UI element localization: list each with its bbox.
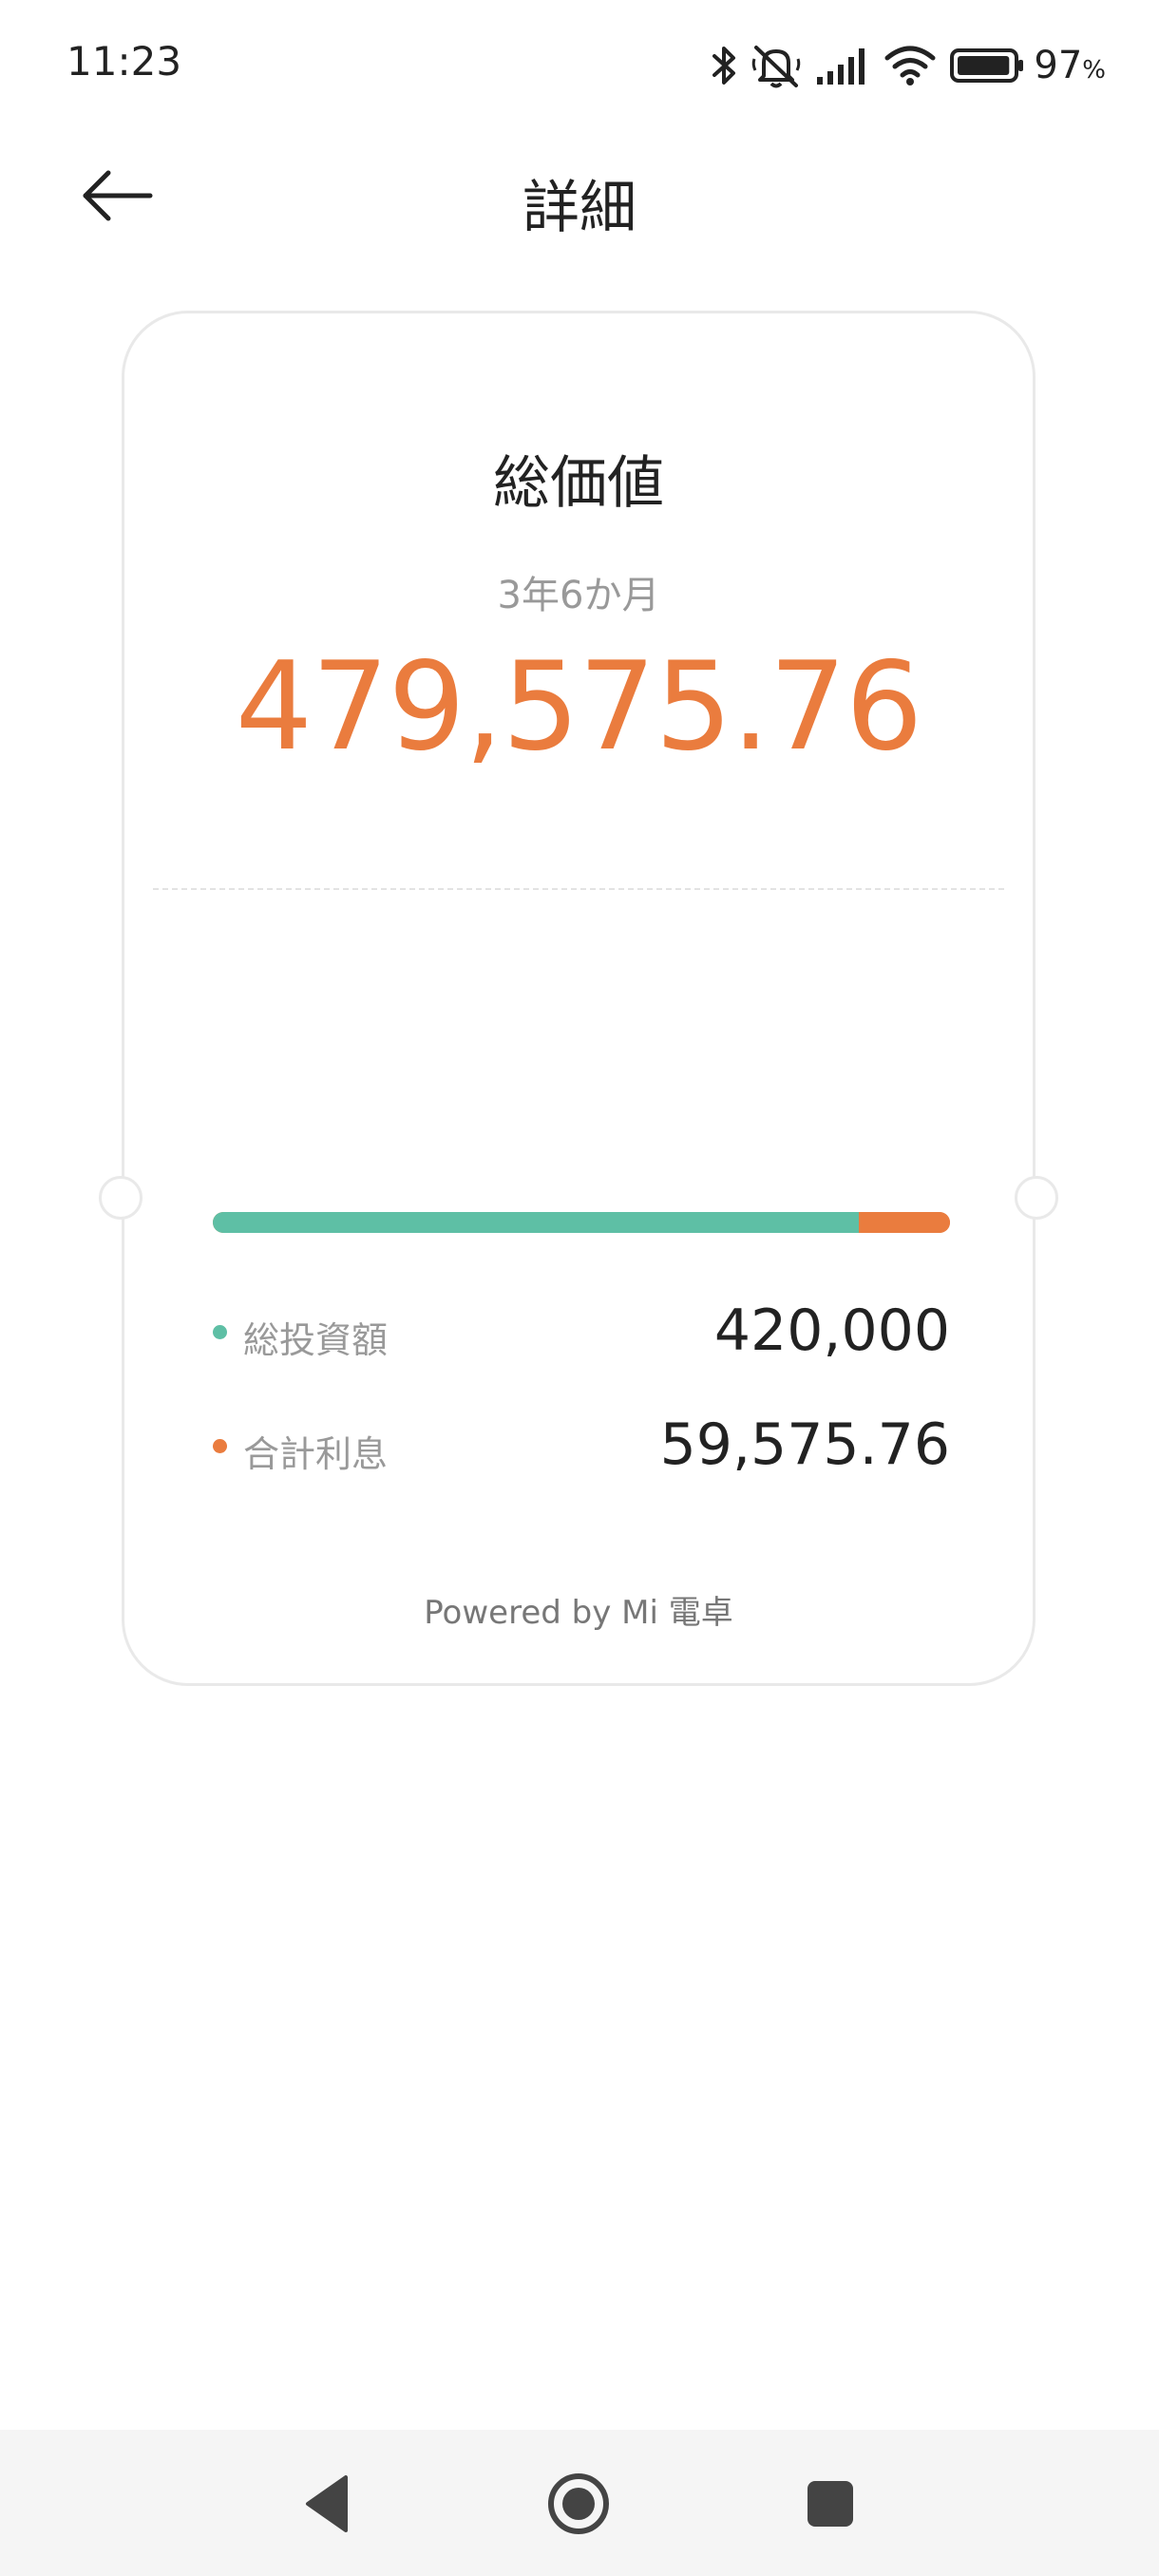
principal-label: 総投資額	[243, 1319, 389, 1361]
principal-value: 420,000	[713, 1297, 950, 1364]
interest-value: 59,575.76	[659, 1411, 950, 1478]
interest-row: 合計利息 59,575.76	[213, 1408, 950, 1484]
battery-icon	[950, 48, 1024, 83]
status-bar: 11:23 97%	[0, 0, 1159, 133]
system-nav-bar	[0, 2430, 1159, 2576]
total-value: 479,575.76	[235, 636, 923, 778]
status-time: 11:23	[66, 38, 182, 85]
circle-home-icon	[548, 2473, 609, 2534]
interest-dot-icon	[213, 1439, 227, 1453]
period-label: 3年6か月	[497, 574, 660, 617]
battery-percent: 97%	[1034, 44, 1106, 87]
total-value-label: 総価値	[493, 450, 664, 517]
principal-dot-icon	[213, 1325, 227, 1339]
nav-recents-button[interactable]	[794, 2468, 866, 2540]
cellular-signal-icon	[817, 48, 865, 85]
ratio-bar-interest	[858, 1212, 950, 1233]
nav-back-button[interactable]	[293, 2468, 365, 2540]
powered-by-text: Powered by Mi 電卓	[424, 1594, 733, 1632]
page-title: 詳細	[522, 175, 636, 241]
ratio-bar-principal	[213, 1212, 859, 1233]
ticket-notch-left	[99, 1176, 142, 1220]
square-recents-icon	[808, 2481, 853, 2527]
battery-percent-value: 97	[1034, 44, 1083, 87]
ratio-bar	[213, 1212, 950, 1233]
notifications-muted-icon	[752, 46, 801, 88]
wifi-icon	[884, 46, 936, 85]
result-card: 総価値 3年6か月 479,575.76 総投資額 420,000 合計利息 5…	[99, 311, 1058, 1686]
dashed-divider	[153, 888, 1004, 890]
triangle-back-icon	[306, 2475, 348, 2532]
interest-label: 合計利息	[243, 1433, 389, 1475]
ticket-notch-right	[1015, 1176, 1058, 1220]
status-icons: 97%	[697, 42, 1106, 89]
bluetooth-icon	[712, 47, 736, 85]
battery-percent-unit: %	[1082, 56, 1106, 85]
principal-row: 総投資額 420,000	[213, 1294, 950, 1370]
nav-home-button[interactable]	[542, 2468, 615, 2540]
